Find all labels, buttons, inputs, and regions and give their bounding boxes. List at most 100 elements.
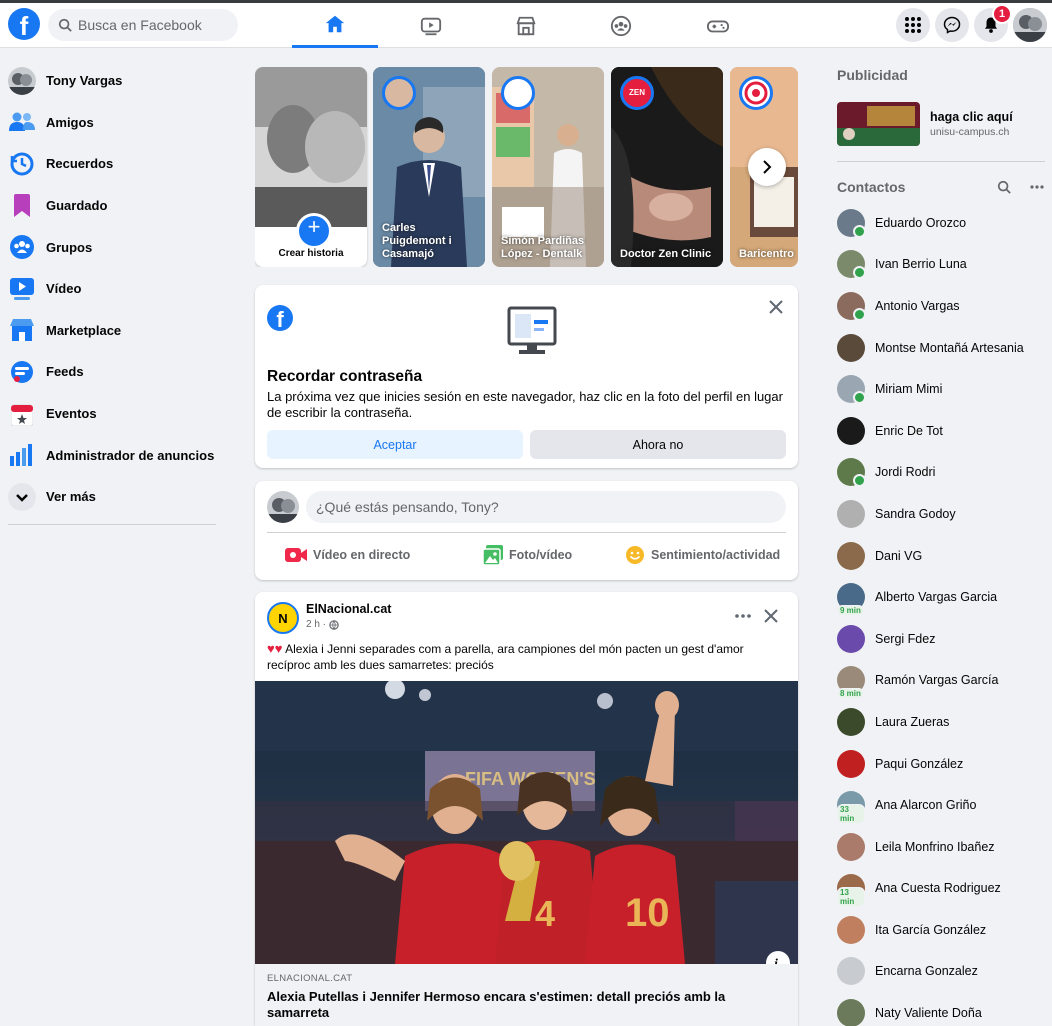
search-input[interactable]: Busca en Facebook xyxy=(48,9,238,41)
sidebar-item-label: Administrador de anuncios xyxy=(46,447,215,463)
page-avatar[interactable]: N xyxy=(267,602,299,634)
contact-item[interactable]: Montse Montañá Artesania xyxy=(837,327,1052,369)
contact-item[interactable]: Ivan Berrio Luna xyxy=(837,244,1052,286)
sidebar-item-label: Amigos xyxy=(46,114,94,130)
story-card[interactable]: Carles Puigdemont i Casamajó xyxy=(373,67,485,267)
contact-item[interactable]: Leila Monfrino Ibañez xyxy=(837,826,1052,868)
add-story-icon[interactable]: + xyxy=(296,213,332,249)
create-story-card[interactable]: + Crear historia xyxy=(255,67,367,267)
more-horizontal-icon xyxy=(735,614,751,618)
contact-item[interactable]: Laura Zueras xyxy=(837,701,1052,743)
sidebar-item-feeds[interactable]: Feeds xyxy=(0,351,225,393)
feed-post: N ElNacional.cat 2 h · ♥♥ Alexia i Jenni… xyxy=(255,592,798,1026)
online-status-dot xyxy=(853,391,866,405)
contact-item[interactable]: Paqui González xyxy=(837,743,1052,785)
tab-marketplace[interactable] xyxy=(483,3,569,48)
accept-button[interactable]: Aceptar xyxy=(267,430,523,459)
contact-name: Montse Montañá Artesania xyxy=(875,340,1024,355)
messenger-button[interactable] xyxy=(935,8,969,42)
photo-video-button[interactable]: Foto/vídeo xyxy=(483,541,572,569)
story-author: Doctor Zen Clinic xyxy=(620,248,712,260)
contact-name: Miriam Mimi xyxy=(875,382,943,397)
tab-groups[interactable] xyxy=(578,3,664,48)
contact-name: Naty Valiente Doña xyxy=(875,1006,982,1021)
post-options-button[interactable] xyxy=(733,606,753,626)
sidebar-item-groups[interactable]: Grupos xyxy=(0,226,225,268)
feeling-activity-button[interactable]: Sentimiento/actividad xyxy=(625,541,780,569)
contact-avatar: 9 min xyxy=(837,583,865,617)
contact-item[interactable]: Encarna Gonzalez xyxy=(837,951,1052,993)
monitor-illustration-icon xyxy=(507,306,557,354)
menu-button[interactable] xyxy=(896,8,930,42)
search-icon[interactable] xyxy=(997,180,1011,194)
contact-item[interactable]: Naty Valiente Doña xyxy=(837,992,1052,1026)
sidebar-item-label: Grupos xyxy=(46,239,93,255)
contact-name: Antonio Vargas xyxy=(875,298,960,313)
groups-icon xyxy=(610,15,632,36)
contact-item[interactable]: 9 min Alberto Vargas Garcia xyxy=(837,576,1052,618)
contact-item[interactable]: Sergi Fdez xyxy=(837,618,1052,660)
decline-button[interactable]: Ahora no xyxy=(530,430,786,459)
account-avatar-button[interactable] xyxy=(1013,8,1047,42)
right-rail: Publicidad haga clic aquí unisu-campus.c… xyxy=(837,60,1052,1026)
composer-input[interactable]: ¿Qué estás pensando, Tony? xyxy=(306,491,786,523)
story-card[interactable]: ZEN Doctor Zen Clinic xyxy=(611,67,723,267)
sponsored-ad[interactable]: haga clic aquí unisu-campus.ch xyxy=(837,95,1052,153)
close-button[interactable] xyxy=(766,297,786,317)
last-active-badge: 13 min xyxy=(837,887,865,908)
groups-icon xyxy=(10,235,34,260)
contact-avatar: 33 min xyxy=(837,791,865,825)
contact-item[interactable]: Ita García González xyxy=(837,909,1052,951)
marketplace-icon xyxy=(10,319,34,342)
sidebar-item-ads-manager[interactable]: Administrador de anuncios xyxy=(0,434,225,476)
sidebar-item-friends[interactable]: Amigos xyxy=(0,102,225,144)
sidebar-item-video[interactable]: Vídeo xyxy=(0,268,225,310)
tab-video[interactable] xyxy=(388,3,474,48)
contact-item[interactable]: Miriam Mimi xyxy=(837,368,1052,410)
contact-item[interactable]: Dani VG xyxy=(837,535,1052,577)
facebook-logo[interactable]: f xyxy=(8,8,40,40)
gaming-icon xyxy=(707,20,729,32)
story-author: Carles Puigdemont i Casamajó xyxy=(382,222,452,260)
story-avatar xyxy=(739,76,773,110)
contact-name: Ivan Berrio Luna xyxy=(875,257,967,272)
link-preview[interactable]: ELNACIONAL.CAT Alexia Putellas i Jennife… xyxy=(255,964,798,1026)
sidebar-item-label: Eventos xyxy=(46,406,97,422)
story-card[interactable]: Simón Pardiñas López - Dentalk xyxy=(492,67,604,267)
contact-item[interactable]: Sandra Godoy xyxy=(837,493,1052,535)
sidebar-item-memories[interactable]: Recuerdos xyxy=(0,143,225,185)
contact-avatar xyxy=(837,333,865,362)
more-horizontal-icon[interactable] xyxy=(1029,179,1045,195)
contacts-list: Eduardo Orozco Ivan Berrio Luna Antonio Va… xyxy=(837,202,1052,1026)
notifications-button[interactable]: 1 xyxy=(974,4,1012,42)
post-image[interactable]: FIFA WOMEN'S 10 4 i xyxy=(255,679,798,975)
contact-item[interactable]: 8 min Ramón Vargas García xyxy=(837,660,1052,702)
sidebar-item-label: Tony Vargas xyxy=(46,73,123,89)
contact-item[interactable]: 13 min Ana Cuesta Rodriguez xyxy=(837,868,1052,910)
hide-post-button[interactable] xyxy=(761,606,781,626)
post-time[interactable]: 2 h · xyxy=(306,619,326,630)
contact-item[interactable]: Eduardo Orozco xyxy=(837,202,1052,244)
live-video-button[interactable]: Vídeo en directo xyxy=(285,541,410,569)
contact-item[interactable]: Enric De Tot xyxy=(837,410,1052,452)
stories-next-button[interactable] xyxy=(748,148,786,186)
contact-item[interactable]: Antonio Vargas xyxy=(837,285,1052,327)
post-page-name[interactable]: ElNacional.cat xyxy=(306,602,391,616)
top-nav-bar: f Busca en Facebook 1 xyxy=(0,3,1052,48)
sidebar-item-profile[interactable]: Tony Vargas xyxy=(0,60,225,102)
contact-name: Sandra Godoy xyxy=(875,506,956,521)
sidebar-item-saved[interactable]: Guardado xyxy=(0,185,225,227)
tab-gaming[interactable] xyxy=(675,3,761,48)
tab-home[interactable] xyxy=(292,3,378,48)
baricentro-logo-icon xyxy=(744,81,768,105)
contact-item[interactable]: Jordi Rodri xyxy=(837,452,1052,494)
sidebar-item-see-more[interactable]: Ver más xyxy=(0,476,225,518)
contact-avatar xyxy=(837,416,865,445)
sidebar-item-marketplace[interactable]: Marketplace xyxy=(0,310,225,352)
online-status-dot xyxy=(853,224,866,238)
sidebar-item-events[interactable]: Eventos xyxy=(0,393,225,435)
contact-item[interactable]: 33 min Ana Alarcon Griño xyxy=(837,784,1052,826)
contact-name: Laura Zueras xyxy=(875,714,950,729)
contact-name: Ana Cuesta Rodriguez xyxy=(875,881,1001,896)
svg-text:4: 4 xyxy=(535,893,555,934)
